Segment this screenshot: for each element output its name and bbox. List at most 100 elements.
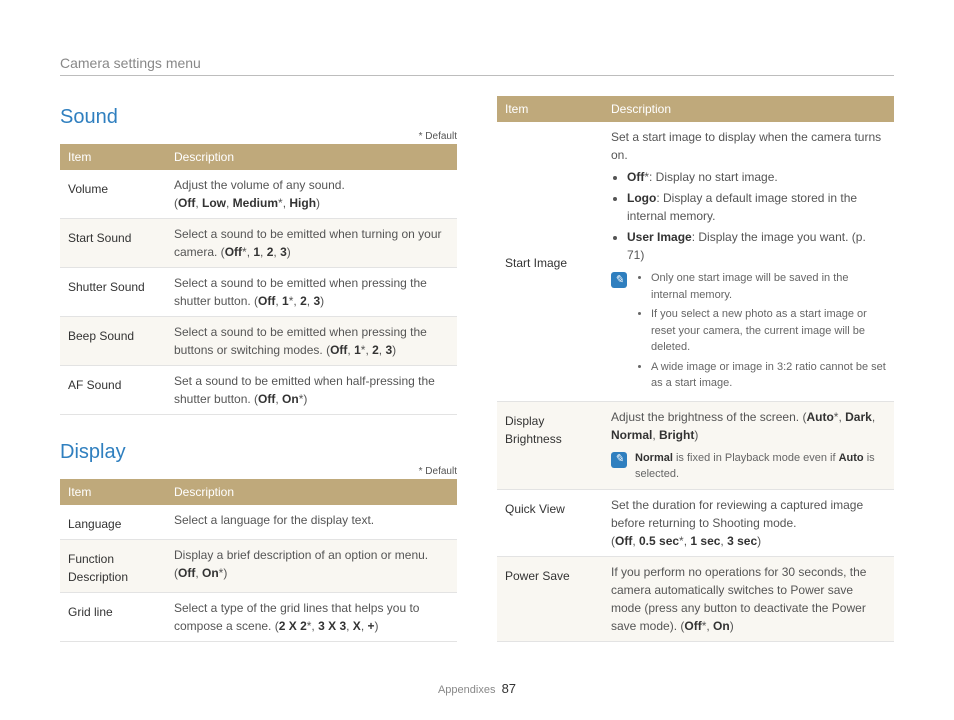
row-start-image: Start Image Set a start image to display… [497, 122, 894, 401]
c: ) [303, 392, 307, 406]
s: , [652, 428, 659, 442]
opt: Dark [845, 410, 872, 424]
right-column: Item Description Start Image Set a start… [497, 96, 894, 642]
opts-close: ) [316, 196, 320, 210]
note-2: If you select a new photo as a start ima… [651, 306, 886, 356]
display-table: Item Description Language Select a langu… [60, 479, 457, 642]
start-image-note-list: Only one start image will be saved in th… [635, 270, 886, 395]
c: ) [392, 343, 396, 357]
c: ) [375, 619, 379, 633]
c: ) [287, 245, 291, 259]
c: ) [694, 428, 698, 442]
s: , [346, 619, 353, 633]
opt: X [353, 619, 361, 633]
bullet-user-image: User Image: Display the image you want. … [627, 228, 886, 264]
desc-quick-view: Set the duration for reviewing a capture… [603, 489, 894, 556]
opt: 2 [300, 294, 307, 308]
row-power-save: Power Save If you perform no operations … [497, 556, 894, 641]
footer-page-number: 87 [502, 681, 516, 696]
label-grid-line: Grid line [60, 593, 166, 642]
row-start-sound: Start Sound Select a sound to be emitted… [60, 219, 457, 268]
start-image-note: ✎ Only one start image will be saved in … [611, 270, 886, 395]
label-function-desc: Function Description [60, 540, 166, 593]
c: ) [223, 566, 227, 580]
s: , [195, 566, 202, 580]
sound-table: Item Description Volume Adjust the volum… [60, 144, 457, 415]
default-note-sound: * Default [60, 131, 457, 142]
desc-volume-text: Adjust the volume of any sound. [174, 178, 345, 192]
bt: : Display no start image. [649, 170, 778, 184]
label-volume: Volume [60, 170, 166, 219]
desc-grid-line: Select a type of the grid lines that hel… [166, 593, 457, 642]
section-title-sound: Sound [60, 106, 457, 129]
label-display-brightness: Display Brightness [497, 401, 603, 489]
opt: On [713, 619, 730, 633]
opt: Bright [659, 428, 694, 442]
d: Adjust the brightness of the screen. ( [611, 410, 806, 424]
label-language: Language [60, 505, 166, 540]
display-th-item: Item [60, 479, 166, 505]
opt: 2 X 2 [279, 619, 307, 633]
row-af-sound: AF Sound Set a sound to be emitted when … [60, 366, 457, 415]
opt: 1 [282, 294, 289, 308]
page-footer: Appendixes 87 [0, 681, 954, 696]
opt: Medium [233, 196, 278, 210]
left-column: Sound * Default Item Description Volume … [60, 96, 457, 642]
opt: Auto [806, 410, 833, 424]
sound-th-desc: Description [166, 144, 457, 170]
opt: On [202, 566, 219, 580]
opt: Off [258, 392, 275, 406]
display-th-desc: Description [166, 479, 457, 505]
bullet-logo: Logo: Display a default image stored in … [627, 189, 886, 225]
row-quick-view: Quick View Set the duration for reviewin… [497, 489, 894, 556]
footer-section: Appendixes [438, 684, 496, 696]
opt: Low [202, 196, 226, 210]
row-language: Language Select a language for the displ… [60, 505, 457, 540]
intro: Set a start image to display when the ca… [611, 130, 881, 162]
opt: Normal [611, 428, 652, 442]
c: ) [757, 534, 761, 548]
row-shutter-sound: Shutter Sound Select a sound to be emitt… [60, 268, 457, 317]
display2-th-desc: Description [603, 96, 894, 122]
desc-start-sound: Select a sound to be emitted when turnin… [166, 219, 457, 268]
opt: Off [225, 245, 242, 259]
opt: High [289, 196, 316, 210]
opt: On [282, 392, 299, 406]
opt: 3 [280, 245, 287, 259]
label-shutter-sound: Shutter Sound [60, 268, 166, 317]
opt: 3 sec [727, 534, 757, 548]
sound-th-item: Item [60, 144, 166, 170]
opt: Off [178, 566, 195, 580]
c: ) [730, 619, 734, 633]
label-start-sound: Start Sound [60, 219, 166, 268]
d: Select a sound to be emitted when turnin… [174, 227, 442, 259]
desc-beep-sound: Select a sound to be emitted when pressi… [166, 317, 457, 366]
bl: Logo [627, 191, 656, 205]
label-power-save: Power Save [497, 556, 603, 641]
opt: 0.5 sec [639, 534, 679, 548]
display2-table: Item Description Start Image Set a start… [497, 96, 894, 642]
note-3: A wide image or image in 3:2 ratio canno… [651, 359, 886, 392]
label-quick-view: Quick View [497, 489, 603, 556]
opt: 1 [354, 343, 361, 357]
page-header: Camera settings menu [60, 55, 894, 76]
label-af-sound: AF Sound [60, 366, 166, 415]
opt: Off [615, 534, 632, 548]
note-1: Only one start image will be saved in th… [651, 270, 886, 303]
nb2: Auto [839, 452, 864, 464]
opt: Off [258, 294, 275, 308]
opt: Off [330, 343, 347, 357]
desc-display-brightness: Adjust the brightness of the screen. (Au… [603, 401, 894, 489]
opt: + [367, 619, 374, 633]
d: Set the duration for reviewing a capture… [611, 498, 863, 530]
row-volume: Volume Adjust the volume of any sound. (… [60, 170, 457, 219]
row-display-brightness: Display Brightness Adjust the brightness… [497, 401, 894, 489]
bullet-off: Off*: Display no start image. [627, 168, 886, 186]
nm: is fixed in Playback mode even if [673, 452, 839, 464]
display2-th-item: Item [497, 96, 603, 122]
s: , [632, 534, 639, 548]
bl: Off [627, 170, 644, 184]
section-title-display: Display [60, 441, 457, 464]
note-icon: ✎ [611, 452, 627, 468]
s: , [260, 245, 267, 259]
